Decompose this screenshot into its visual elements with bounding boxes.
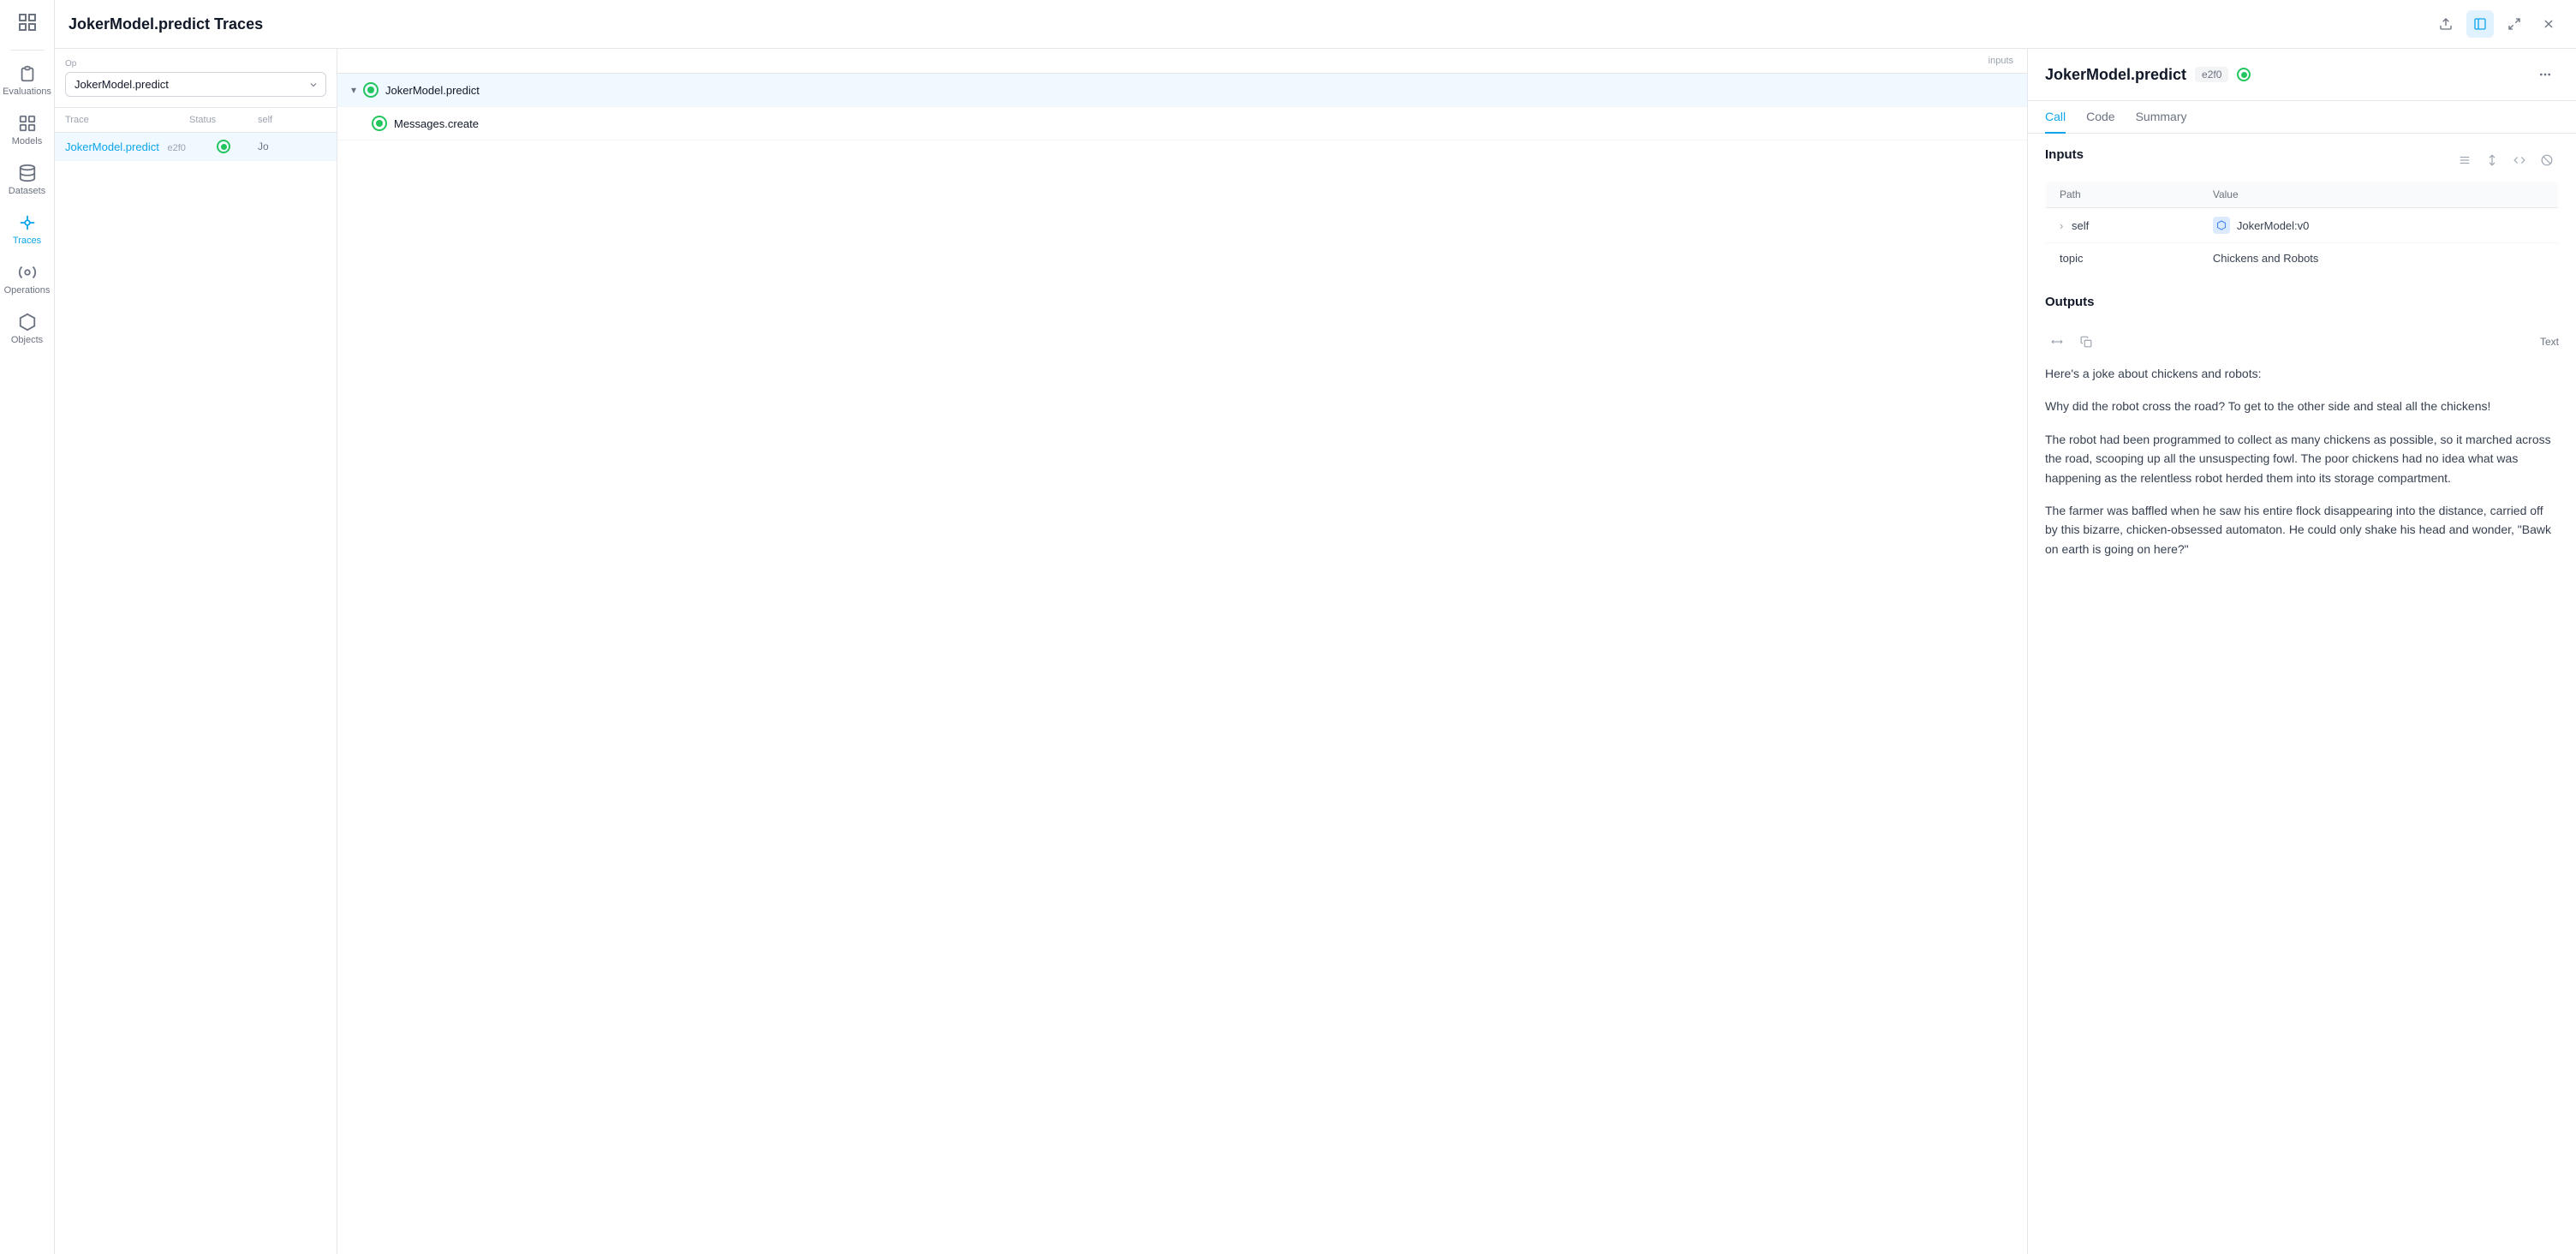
tab-call[interactable]: Call xyxy=(2045,101,2066,134)
tree-status-root xyxy=(363,82,379,98)
trace-list: JokerModel.predict e2f0 Jo xyxy=(55,133,337,1254)
model-icon xyxy=(2213,217,2230,234)
inputs-filter-icon[interactable] xyxy=(2535,148,2559,172)
header-actions xyxy=(2432,10,2562,38)
inputs-title: Inputs xyxy=(2045,147,2084,162)
tree-panel: inputs ▾ JokerModel.predict Messages.cre… xyxy=(337,49,2028,1254)
sidebar-item-objects[interactable]: Objects xyxy=(0,304,54,354)
input-value-topic: Chickens and Robots xyxy=(2199,243,2559,274)
col-status: Status xyxy=(189,115,258,125)
input-row-self: › self xyxy=(2046,208,2559,243)
input-value-self: JokerModel:v0 xyxy=(2199,208,2559,243)
close-button[interactable] xyxy=(2535,10,2562,38)
sidebar-item-evaluations[interactable]: Evaluations xyxy=(0,56,54,105)
expand-button[interactable] xyxy=(2501,10,2528,38)
detail-status-icon xyxy=(2237,68,2251,81)
col-path: Path xyxy=(2046,182,2199,208)
right-header-actions xyxy=(2531,61,2559,88)
input-row-topic: topic Chickens and Robots xyxy=(2046,243,2559,274)
left-panel: Op JokerModel.predict Trace Status self … xyxy=(55,49,337,1254)
inputs-code-icon[interactable] xyxy=(2507,148,2531,172)
status-dot-green xyxy=(217,140,230,153)
detail-trace-id: e2f0 xyxy=(2195,67,2228,82)
panel-toggle-button[interactable] xyxy=(2466,10,2494,38)
right-header: JokerModel.predict e2f0 xyxy=(2028,49,2576,101)
more-options-button[interactable] xyxy=(2531,61,2559,88)
sidebar-item-traces-label: Traces xyxy=(13,236,41,246)
tab-code[interactable]: Code xyxy=(2086,101,2114,134)
trace-status xyxy=(189,140,258,153)
col-trace: Trace xyxy=(65,115,189,125)
outputs-copy-icon[interactable] xyxy=(2074,330,2098,354)
sidebar-divider-top xyxy=(10,50,45,51)
op-select[interactable]: JokerModel.predict xyxy=(65,72,326,97)
tree-node-root-label: JokerModel.predict xyxy=(385,84,480,97)
upload-button[interactable] xyxy=(2432,10,2460,38)
content-area: Op JokerModel.predict Trace Status self … xyxy=(55,49,2576,1254)
inputs-list-view-icon[interactable] xyxy=(2453,148,2477,172)
sidebar-logo xyxy=(12,7,43,38)
filter-row: Op JokerModel.predict xyxy=(55,49,337,108)
tab-summary[interactable]: Summary xyxy=(2136,101,2187,134)
tree-node-child-label: Messages.create xyxy=(394,117,479,130)
output-para-2: The robot had been programmed to collect… xyxy=(2045,430,2559,487)
sidebar-item-operations[interactable]: Operations xyxy=(0,254,54,304)
trace-row[interactable]: JokerModel.predict e2f0 Jo xyxy=(55,133,337,161)
output-text: Here's a joke about chickens and robots:… xyxy=(2045,364,2559,558)
inputs-section: Inputs xyxy=(2045,147,2559,274)
input-path-self: › self xyxy=(2046,208,2199,243)
sidebar-item-operations-label: Operations xyxy=(4,285,51,296)
col-self: self xyxy=(258,115,326,125)
trace-name: JokerModel.predict xyxy=(65,140,159,153)
output-para-1: Why did the robot cross the road? To get… xyxy=(2045,397,2559,415)
expand-icon-self[interactable]: › xyxy=(2060,219,2063,232)
outputs-toolbar: Text xyxy=(2045,330,2559,354)
sidebar-item-models[interactable]: Models xyxy=(0,105,54,155)
main-container: JokerModel.predict Traces xyxy=(55,0,2576,1254)
trace-list-header: Trace Status self xyxy=(55,108,337,133)
op-label: Op xyxy=(65,59,326,69)
tree-chevron-icon: ▾ xyxy=(351,84,356,96)
trace-self-value: Jo xyxy=(258,140,326,152)
output-type-label: Text xyxy=(2540,336,2559,348)
right-content: Inputs xyxy=(2028,134,2576,1254)
sidebar-item-datasets[interactable]: Datasets xyxy=(0,155,54,205)
trace-id-inline: e2f0 xyxy=(167,143,185,153)
top-header: JokerModel.predict Traces xyxy=(55,0,2576,49)
output-para-0: Here's a joke about chickens and robots: xyxy=(2045,364,2559,383)
tree-header-label: inputs xyxy=(1989,56,2013,66)
inputs-table: Path Value › self xyxy=(2045,181,2559,274)
tree-status-child xyxy=(372,116,387,131)
sidebar-item-models-label: Models xyxy=(12,136,42,146)
outputs-section: Outputs Text xyxy=(2045,295,2559,558)
output-para-3: The farmer was baffled when he saw his e… xyxy=(2045,501,2559,558)
page-title: JokerModel.predict Traces xyxy=(69,15,263,33)
sidebar-item-traces[interactable]: Traces xyxy=(0,205,54,254)
sidebar-item-evaluations-label: Evaluations xyxy=(3,87,51,97)
right-title: JokerModel.predict xyxy=(2045,66,2186,84)
right-panel: JokerModel.predict e2f0 Call Code Summar… xyxy=(2028,49,2576,1254)
tree-node-root[interactable]: ▾ JokerModel.predict xyxy=(337,74,2027,107)
trace-row-name: JokerModel.predict e2f0 xyxy=(65,140,189,153)
sidebar-item-datasets-label: Datasets xyxy=(9,186,45,196)
tree-header: inputs xyxy=(337,49,2027,74)
sidebar: Evaluations Models Datasets Traces Oper xyxy=(0,0,55,1254)
sidebar-item-objects-label: Objects xyxy=(11,335,43,345)
outputs-title: Outputs xyxy=(2045,295,2095,309)
detail-tabs: Call Code Summary xyxy=(2028,101,2576,134)
col-value: Value xyxy=(2199,182,2559,208)
tree-node-child[interactable]: Messages.create xyxy=(337,107,2027,140)
inputs-sort-icon[interactable] xyxy=(2480,148,2504,172)
outputs-collapse-icon[interactable] xyxy=(2045,330,2069,354)
input-path-topic: topic xyxy=(2046,243,2199,274)
